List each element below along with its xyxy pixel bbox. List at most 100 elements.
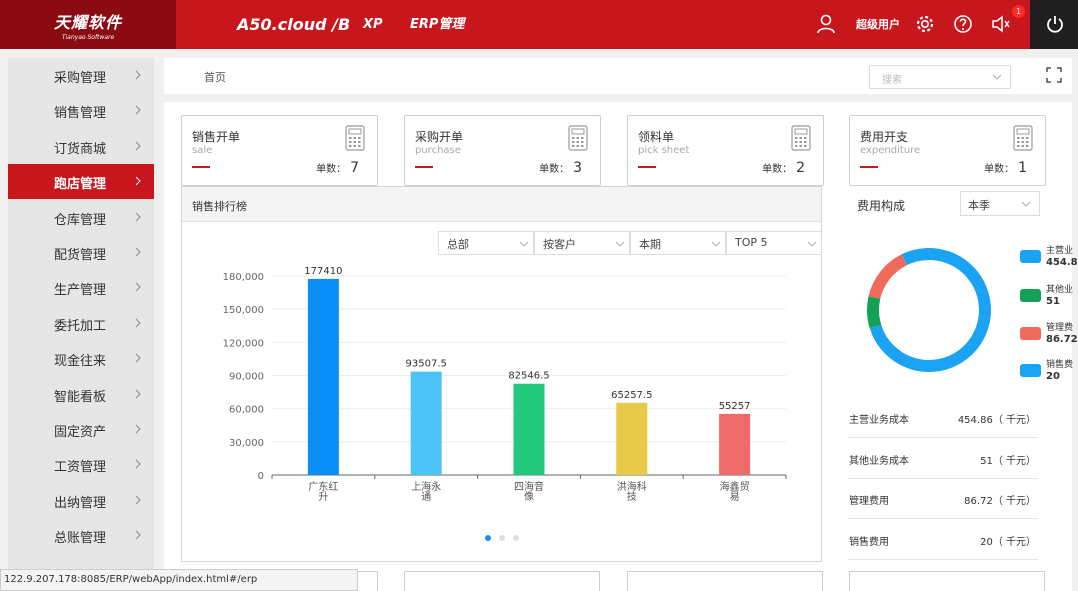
calculator-icon: [345, 125, 365, 151]
sidebar-item[interactable]: 采购管理: [8, 58, 154, 93]
card-subtitle: purchase: [415, 145, 461, 156]
sidebar-item[interactable]: 配货管理: [8, 235, 154, 270]
gear-icon[interactable]: [914, 13, 936, 35]
cost-row: 销售费用 20（ 千元）: [848, 519, 1038, 560]
cost-amount: 51: [980, 455, 993, 467]
nav-xp[interactable]: XP: [363, 0, 383, 49]
sidebar-item[interactable]: 跑店管理: [8, 164, 154, 200]
ranking-filter-select[interactable]: 总部: [438, 231, 534, 255]
card-count-value: 1: [1018, 160, 1027, 176]
legend-item[interactable]: 管理费 86.72: [1020, 320, 1078, 356]
y-tick-label: 60,000: [229, 405, 264, 416]
chevron-right-icon: [135, 212, 141, 221]
ranking-filter-select[interactable]: 本期: [630, 231, 726, 255]
donut-slice[interactable]: [868, 254, 908, 299]
calculator-icon: [791, 125, 811, 151]
sidebar-item-label: 仓库管理: [54, 212, 107, 228]
nav-erp[interactable]: ERP管理: [410, 0, 464, 49]
search-placeholder: 搜索: [882, 75, 902, 86]
period-select[interactable]: 本季: [960, 191, 1040, 216]
cost-amount: 20: [980, 536, 993, 548]
sidebar-item-label: 订货商城: [54, 141, 107, 157]
card-count-value: 2: [796, 160, 805, 176]
chevron-right-icon: [135, 70, 141, 80]
ranking-filter-select[interactable]: 按客户: [534, 231, 630, 255]
fullscreen-icon[interactable]: [1046, 67, 1062, 83]
sidebar-item[interactable]: 出纳管理: [8, 483, 154, 518]
power-button[interactable]: [1030, 0, 1078, 49]
summary-card[interactable]: 领料单 pick sheet 单数： 2: [627, 115, 824, 186]
x-tick-label: 技: [627, 490, 637, 503]
sidebar-item-label: 委托加工: [54, 318, 107, 334]
brand-logo[interactable]: 天耀软件 Tianyao Software: [0, 0, 176, 49]
chevron-down-icon: [519, 241, 529, 247]
user-icon[interactable]: [815, 13, 837, 35]
cost-unit: （ 千元）: [992, 496, 1036, 507]
sidebar-item[interactable]: 总账管理: [8, 518, 154, 553]
bar[interactable]: [719, 413, 751, 475]
legend-name: 管理费: [1046, 323, 1074, 333]
summary-card[interactable]: 费用开支 expenditure 单数： 1: [849, 115, 1046, 186]
bar[interactable]: [513, 383, 545, 475]
sidebar-item[interactable]: 仓库管理: [8, 200, 154, 235]
calculator-icon: [1013, 125, 1033, 151]
chevron-down-icon: [1021, 201, 1031, 207]
legend-item[interactable]: 主营业 454.8: [1020, 243, 1078, 279]
sidebar-item-label: 工资管理: [54, 460, 107, 476]
bar[interactable]: [410, 371, 442, 475]
bar[interactable]: [616, 402, 648, 475]
donut-slice[interactable]: [867, 296, 882, 329]
cost-unit: （ 千元）: [992, 415, 1036, 426]
sidebar-item[interactable]: 固定资产: [8, 412, 154, 447]
lower-card: [404, 571, 600, 591]
legend-item[interactable]: 销售费 20: [1020, 357, 1078, 393]
card-accent: [638, 166, 656, 168]
bar[interactable]: [307, 278, 339, 475]
breadcrumb-home[interactable]: 首页: [204, 69, 226, 85]
card-count: 单数： 1: [984, 160, 1027, 176]
card-title: 采购开单: [415, 130, 464, 144]
legend-name: 主营业: [1046, 246, 1074, 256]
chevron-right-icon: [135, 283, 141, 292]
legend-item[interactable]: 其他业 51: [1020, 282, 1078, 318]
chevron-right-icon: [135, 460, 141, 469]
lower-card: [849, 571, 1045, 591]
speaker-icon[interactable]: [990, 13, 1012, 35]
legend-name: 销售费: [1046, 360, 1074, 370]
card-subtitle: sale: [192, 145, 213, 156]
sidebar-item[interactable]: 订货商城: [8, 129, 154, 164]
card-count: 单数： 7: [316, 160, 359, 176]
summary-card[interactable]: 销售开单 sale 单数： 7: [181, 115, 378, 186]
ranking-filter-select[interactable]: TOP 5: [726, 231, 822, 255]
cost-name: 主营业务成本: [849, 415, 909, 426]
chevron-right-icon: [135, 353, 141, 363]
sidebar-item-label: 智能看板: [54, 389, 107, 405]
brand-name: 天耀软件: [53, 13, 122, 32]
cost-name: 销售费用: [849, 536, 889, 548]
sidebar-item[interactable]: 销售管理: [8, 93, 154, 128]
sidebar-item[interactable]: 委托加工: [8, 306, 154, 341]
nav-product[interactable]: A50.cloud /B: [237, 0, 350, 49]
search-select[interactable]: 搜索: [869, 65, 1011, 89]
lower-card: [627, 571, 823, 591]
sidebar-item[interactable]: 工资管理: [8, 447, 154, 482]
summary-card[interactable]: 采购开单 purchase 单数： 3: [404, 115, 601, 186]
page-dot[interactable]: [499, 535, 505, 541]
card-count-label: 单数：: [539, 164, 570, 175]
sidebar-item[interactable]: 现金往来: [8, 341, 154, 376]
card-accent: [860, 166, 878, 168]
page-dot[interactable]: [485, 535, 491, 541]
sidebar-item[interactable]: 智能看板: [8, 377, 154, 412]
page-dot[interactable]: [513, 535, 519, 541]
card-title: 费用开支: [860, 130, 909, 144]
ranking-title: 销售排行榜: [192, 200, 247, 213]
help-icon[interactable]: [952, 13, 974, 35]
user-name[interactable]: 超级用户: [856, 0, 900, 49]
cost-amount: 86.72: [964, 496, 993, 507]
calculator-icon: [568, 125, 588, 151]
sidebar-item-label: 总账管理: [54, 531, 107, 547]
chevron-right-icon: [135, 495, 141, 505]
sidebar-item[interactable]: 生产管理: [8, 270, 154, 305]
card-title: 销售开单: [192, 130, 241, 144]
sidebar: 采购管理 销售管理订货商城跑店管理仓库管理配货管理 生产管理委托加工现金往来智能看板…: [8, 58, 154, 591]
